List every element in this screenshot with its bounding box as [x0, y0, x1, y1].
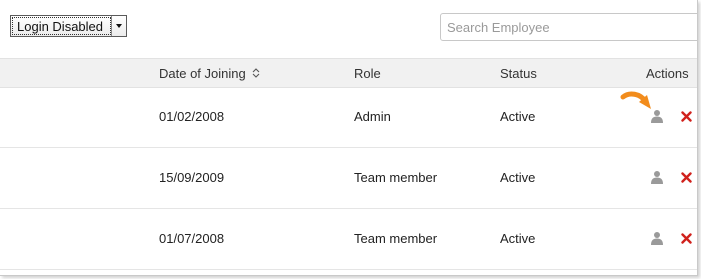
search-employee-input[interactable] [447, 19, 687, 35]
column-header-actions: Actions [646, 66, 689, 81]
cell-date-of-joining: 01/07/2008 [159, 231, 225, 246]
column-header-status: Status [500, 66, 537, 81]
search-box[interactable] [440, 13, 697, 41]
cell-status: Active [500, 231, 536, 246]
cell-date-of-joining: 01/02/2008 [159, 109, 225, 124]
table-row: 15/09/2009 Team member Active [0, 148, 697, 209]
login-status-filter-select[interactable]: Login Disabled [10, 15, 127, 37]
cell-date-of-joining: 15/09/2009 [159, 170, 225, 185]
user-icon[interactable] [650, 170, 664, 184]
close-icon[interactable] [681, 111, 692, 122]
table-row: 01/02/2008 Admin Active [0, 87, 697, 148]
arrow-pointer-icon [620, 91, 651, 109]
cell-role: Admin [354, 109, 391, 124]
cell-role: Team member [354, 231, 438, 246]
employee-list-panel: Login Disabled Date of Joining Role Stat… [0, 0, 698, 276]
cell-role: Team member [354, 170, 438, 185]
cell-status: Active [500, 109, 536, 124]
column-header-role: Role [354, 66, 381, 81]
sort-icon[interactable] [252, 68, 260, 78]
cell-status: Active [500, 170, 536, 185]
user-icon[interactable] [650, 231, 664, 245]
filter-selected-value: Login Disabled [12, 17, 111, 35]
chevron-down-icon[interactable] [111, 16, 126, 36]
table-row: 01/07/2008 Team member Active [0, 209, 697, 270]
column-header-date-of-joining[interactable]: Date of Joining [159, 66, 260, 81]
table-header: Date of Joining Role Status Actions [0, 58, 697, 88]
column-header-label: Date of Joining [159, 66, 246, 81]
close-icon[interactable] [681, 233, 692, 244]
close-icon[interactable] [681, 172, 692, 183]
